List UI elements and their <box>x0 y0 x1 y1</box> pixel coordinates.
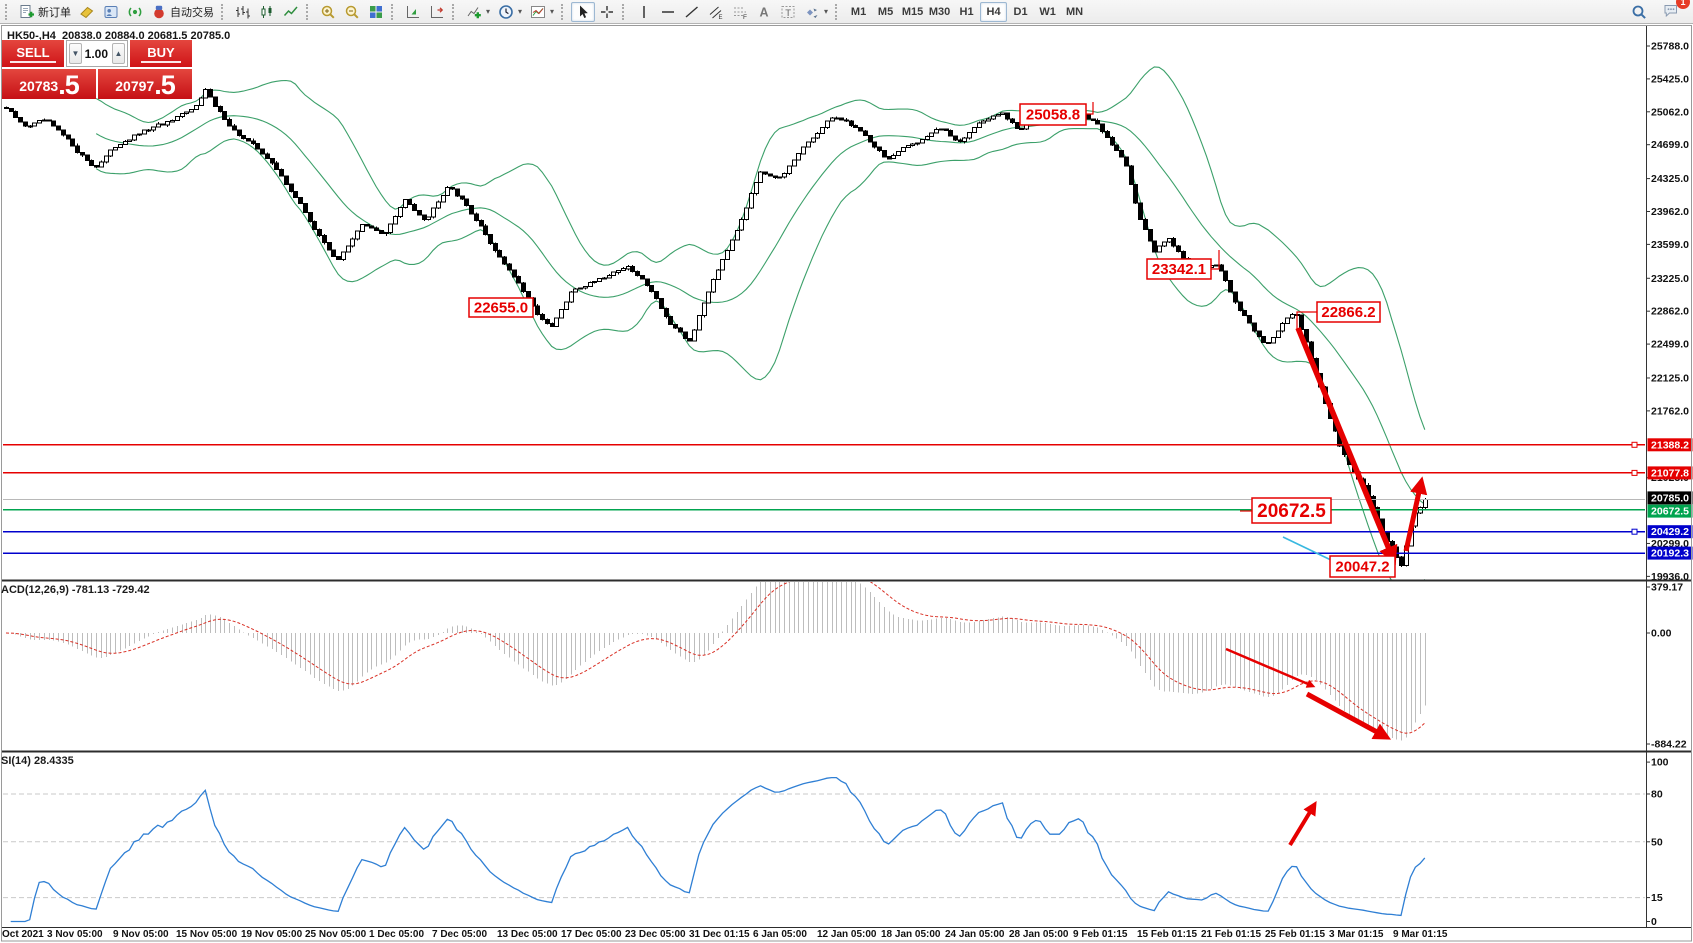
sell-price-int: 20783 <box>19 74 58 99</box>
price-annotation-20672.5[interactable]: 20672.5 <box>1240 498 1331 523</box>
time-axis-label: 12 Jan 05:00 <box>817 929 877 940</box>
time-axis-label: 19 Nov 05:00 <box>241 929 302 940</box>
macd-histogram <box>7 570 1426 741</box>
time-axis-label: 1 Dec 05:00 <box>369 929 424 940</box>
svg-text:22866.2: 22866.2 <box>1321 304 1375 321</box>
price-annotation-25058.8[interactable]: 25058.8 <box>1020 102 1093 125</box>
svg-text:23342.1: 23342.1 <box>1152 261 1206 278</box>
time-axis-label: 15 Nov 05:00 <box>176 929 237 940</box>
time-axis-label: 31 Dec 01:15 <box>689 929 750 940</box>
svg-text:20672.5: 20672.5 <box>1651 506 1689 518</box>
svg-text:20429.2: 20429.2 <box>1651 526 1689 538</box>
y-axis-tick-label: 22499.0 <box>1651 339 1689 351</box>
time-axis: Oct 20213 Nov 05:00 9 Nov 05:00 15 Nov 05:… <box>0 929 1693 943</box>
rsi-indicator-label: SI(14) 28.4335 <box>1 755 74 767</box>
volume-increase-button[interactable]: ▲ <box>112 43 125 64</box>
y-axis-tick-label: 23225.0 <box>1651 273 1689 285</box>
bollinger-upper-band <box>96 67 1425 430</box>
svg-text:20672.5: 20672.5 <box>1257 501 1326 522</box>
svg-text:21077.8: 21077.8 <box>1651 467 1689 479</box>
price-annotation-20047.2[interactable]: 20047.2 <box>1330 556 1395 577</box>
time-axis-label: 3 Nov 05:00 <box>47 929 103 940</box>
buy-price-int: 20797 <box>115 74 154 99</box>
y-axis-tick-label: 21762.0 <box>1651 405 1689 417</box>
price-annotation-22655.0[interactable]: 22655.0 <box>469 298 533 317</box>
y-axis-tick-label: 25788.0 <box>1651 41 1689 53</box>
volume-decrease-button[interactable]: ▼ <box>69 43 82 64</box>
time-axis-label: 9 Nov 05:00 <box>113 929 169 940</box>
time-axis-label: 28 Jan 05:00 <box>1009 929 1069 940</box>
time-axis-label: 13 Dec 05:00 <box>497 929 558 940</box>
y-axis-tick-label: 24699.0 <box>1651 139 1689 151</box>
rsi-scale-label: 50 <box>1651 836 1663 848</box>
buy-price-dec: .5 <box>154 71 175 99</box>
time-axis-label: 18 Jan 05:00 <box>881 929 941 940</box>
sell-price[interactable]: 20783.5 <box>2 69 96 99</box>
line-handle[interactable] <box>1632 442 1637 447</box>
svg-text:25058.8: 25058.8 <box>1026 107 1080 124</box>
svg-text:20785.0: 20785.0 <box>1651 492 1689 504</box>
time-axis-label: 17 Dec 05:00 <box>561 929 622 940</box>
rsi-scale-label: 0 <box>1651 916 1657 928</box>
macd-scale-label: 379.17 <box>1651 582 1683 594</box>
buy-price[interactable]: 20797.5 <box>98 69 192 99</box>
volume-input[interactable] <box>84 41 110 66</box>
time-axis-label: 25 Nov 05:00 <box>305 929 366 940</box>
red-arrow[interactable] <box>1226 649 1308 684</box>
main-price-pane: 25058.8 23342.1 22866.2 22655.0 20672.5 20047… <box>3 67 1645 596</box>
svg-text:22655.0: 22655.0 <box>474 300 528 317</box>
red-arrow[interactable] <box>1290 812 1310 845</box>
terminal-window: 新订单自动交易▾▾▾EFAT▾M1M5M15M30H1H4D1W1MN1 250… <box>0 0 1693 943</box>
rsi-pane <box>3 778 1645 922</box>
y-axis-tick-label: 22125.0 <box>1651 372 1689 384</box>
rsi-scale-label: 15 <box>1651 892 1663 904</box>
macd-indicator-label: ACD(12,26,9) -781.13 -729.42 <box>1 584 150 596</box>
price-annotation-22866.2[interactable]: 22866.2 <box>1297 302 1380 330</box>
time-axis-label: 6 Jan 05:00 <box>753 929 807 940</box>
svg-text:21388.2: 21388.2 <box>1651 439 1689 451</box>
sell-price-dec: .5 <box>58 71 79 99</box>
candlesticks <box>5 88 1428 567</box>
price-axis[interactable]: 25788.0 25425.0 25062.0 24699.0 24325.0 23962… <box>1646 26 1693 928</box>
time-axis-label: 25 Feb 01:15 <box>1265 929 1325 940</box>
y-axis-tick-label: 22862.0 <box>1651 306 1689 318</box>
svg-text:20192.3: 20192.3 <box>1651 548 1689 560</box>
time-axis-label: 15 Feb 01:15 <box>1137 929 1197 940</box>
cyan-trendline[interactable] <box>1283 537 1333 561</box>
rsi-scale-label: 100 <box>1651 757 1669 769</box>
time-axis-label: 23 Dec 05:00 <box>625 929 686 940</box>
time-axis-label: 21 Feb 01:15 <box>1201 929 1261 940</box>
sell-button[interactable]: SELL <box>2 40 64 67</box>
chart-canvas: 25058.8 23342.1 22866.2 22655.0 20672.5 20047… <box>0 0 1693 943</box>
y-axis-tick-label: 23599.0 <box>1651 239 1689 251</box>
svg-text:20047.2: 20047.2 <box>1335 559 1389 576</box>
y-axis-tick-label: 25062.0 <box>1651 106 1689 118</box>
y-axis-tick-label: 25425.0 <box>1651 73 1689 85</box>
macd-scale-label: 0.00 <box>1651 628 1672 640</box>
time-axis-label: 9 Feb 01:15 <box>1073 929 1127 940</box>
bollinger-lower-band <box>96 129 1425 596</box>
y-axis-tick-label: 24325.0 <box>1651 173 1689 185</box>
time-axis-label: 7 Dec 05:00 <box>432 929 487 940</box>
line-handle[interactable] <box>1632 529 1637 534</box>
line-handle[interactable] <box>1632 470 1637 475</box>
time-axis-label: 24 Jan 05:00 <box>945 929 1005 940</box>
macd-scale-label: -884.22 <box>1651 739 1687 751</box>
time-axis-label: Oct 2021 <box>2 929 44 940</box>
time-axis-label: 3 Mar 01:15 <box>1329 929 1383 940</box>
rsi-scale-label: 80 <box>1651 788 1663 800</box>
pane-borders <box>2 26 1692 942</box>
macd-pane <box>6 570 1426 741</box>
y-axis-tick-label: 23962.0 <box>1651 206 1689 218</box>
rsi-line <box>11 778 1425 922</box>
time-axis-label: 9 Mar 01:15 <box>1393 929 1447 940</box>
buy-button[interactable]: BUY <box>130 40 192 67</box>
volume-stepper: ▼ ▲ <box>66 40 128 67</box>
one-click-trading-panel: SELL ▼ ▲ BUY 20783.5 20797.5 <box>2 40 192 99</box>
